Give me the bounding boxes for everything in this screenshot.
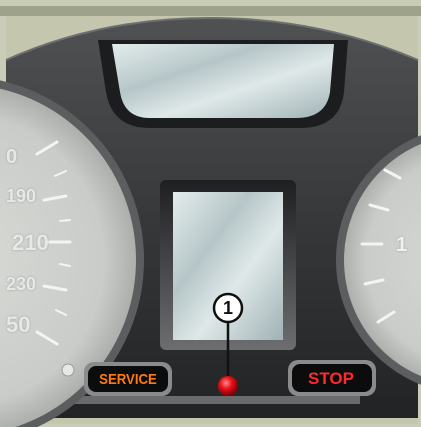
cluster-graphic	[0, 0, 421, 427]
stop-button-label: STOP	[308, 369, 354, 388]
red-warning-light-icon	[218, 376, 238, 396]
speed-label-0: 0	[6, 146, 18, 168]
callout-marker-number: 1	[222, 297, 233, 318]
right-gauge-label-1: 1	[396, 234, 408, 256]
speed-label-210: 210	[12, 230, 49, 255]
speed-label-50: 50	[6, 312, 31, 337]
speed-label-190: 190	[6, 186, 37, 206]
service-button-label: SERVICE	[99, 370, 157, 388]
speed-label-230: 230	[6, 274, 37, 294]
instrument-cluster-illustration: 0 190 210 230 50 1 SERVICE STOP 1	[0, 0, 421, 427]
